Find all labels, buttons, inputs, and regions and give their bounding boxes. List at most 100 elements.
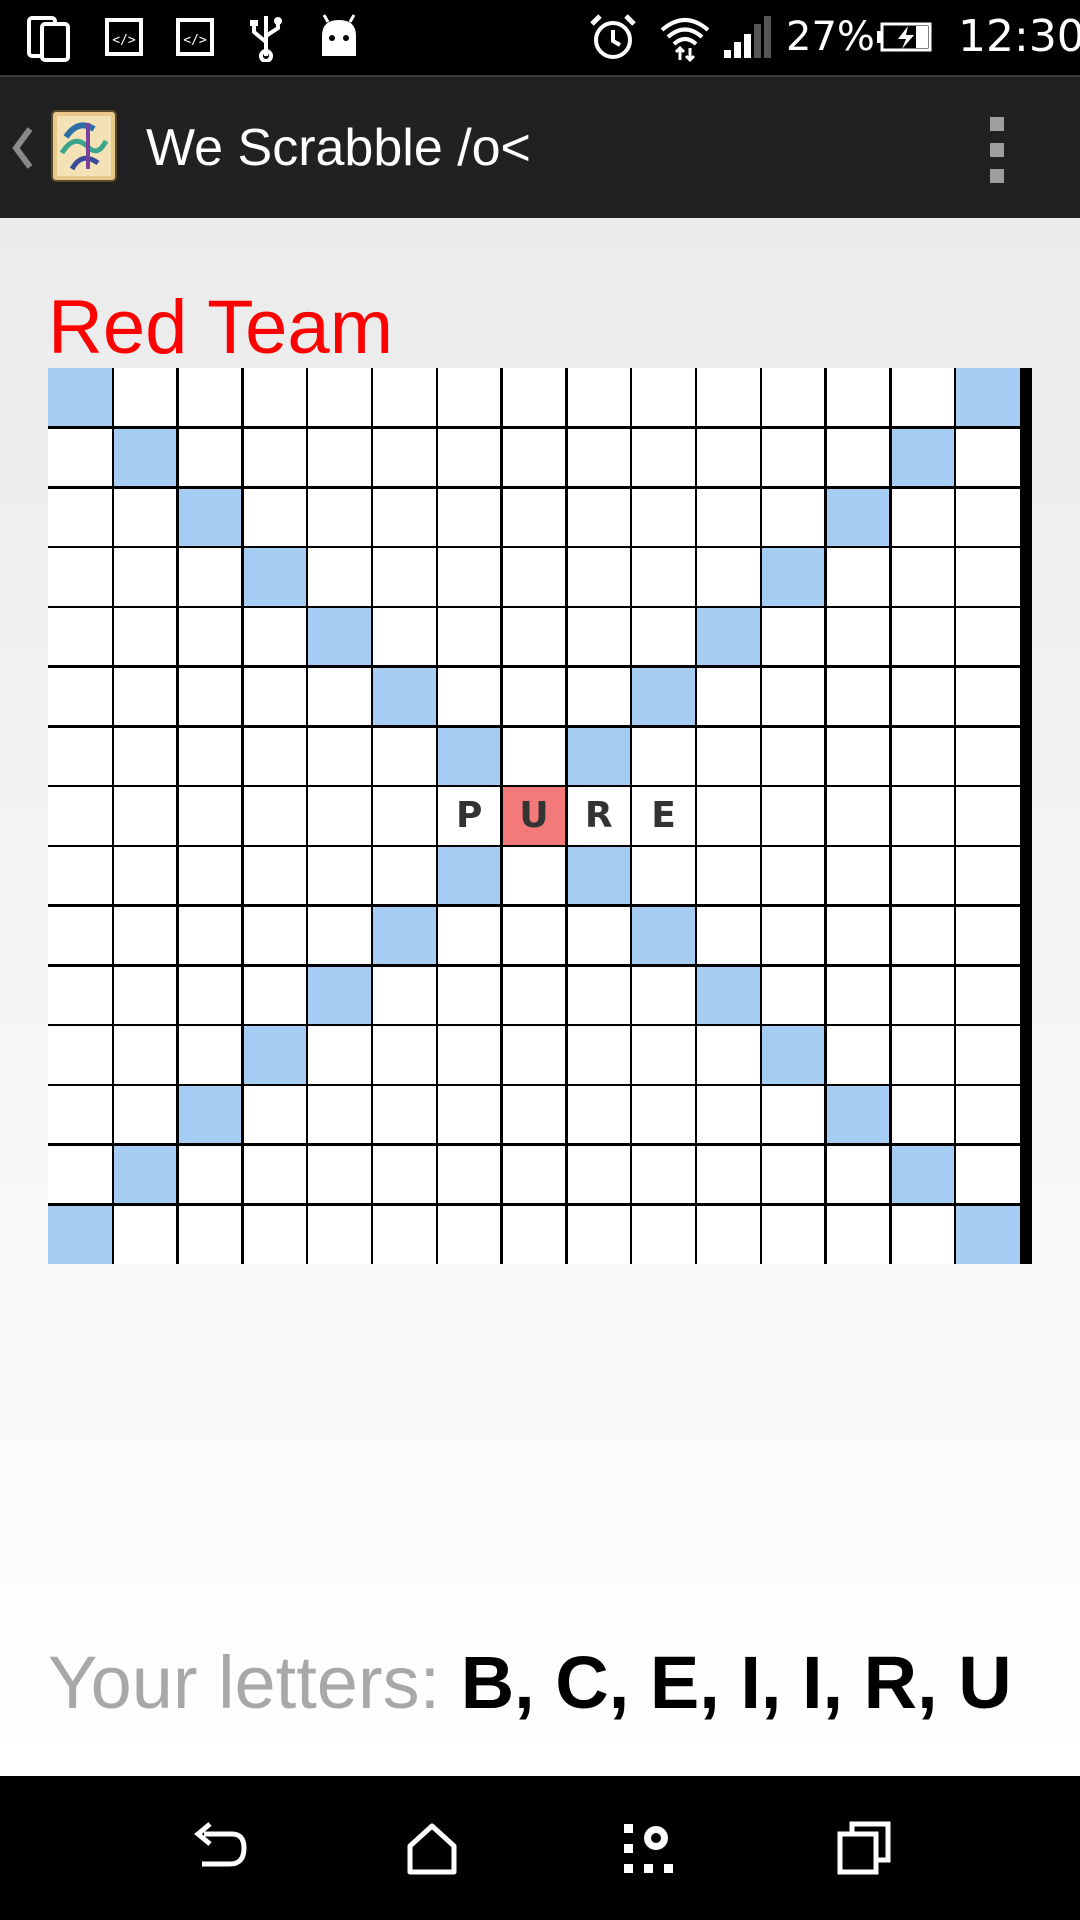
board-cell[interactable] [177,845,243,906]
board-cell[interactable] [955,786,1020,846]
board-cell[interactable] [955,905,1020,966]
board-cell[interactable] [242,487,308,548]
board-cell[interactable] [890,547,956,607]
board-cell[interactable] [112,786,178,846]
board-cell[interactable] [436,427,502,488]
board-cell[interactable] [696,845,761,906]
board-cell[interactable] [890,368,956,428]
board-cell[interactable] [372,547,437,607]
board-cell[interactable] [436,606,502,667]
board-cell[interactable] [825,726,891,787]
board-cell[interactable] [566,965,632,1026]
board-cell[interactable] [112,726,178,787]
board-cell[interactable] [177,786,243,846]
board-cell[interactable] [825,965,891,1026]
board-cell[interactable] [436,368,502,428]
board-cell[interactable] [955,666,1020,727]
board-cell[interactable] [307,845,372,906]
board-cell[interactable] [501,845,567,906]
board-cell[interactable] [112,845,178,906]
board-cell[interactable] [112,606,178,667]
board-cell[interactable] [112,427,178,488]
board-cell[interactable] [112,905,178,966]
board-cell[interactable] [955,606,1020,667]
board-cell[interactable] [307,1204,372,1264]
home-icon[interactable] [396,1812,468,1884]
board-cell[interactable] [307,547,372,607]
board-cell[interactable] [48,905,113,966]
board-cell[interactable] [955,547,1020,607]
board-cell[interactable] [112,487,178,548]
board-cell[interactable] [307,666,372,727]
board-cell[interactable] [631,1084,696,1145]
board-cell[interactable] [890,1025,956,1085]
board-cell[interactable] [566,427,632,488]
board-cell[interactable] [372,786,437,846]
board-cell[interactable] [760,786,826,846]
board-cell[interactable] [631,487,696,548]
board-cell[interactable] [760,726,826,787]
board-cell[interactable] [696,427,761,488]
board-cell[interactable] [890,965,956,1026]
board-cell[interactable] [242,1084,308,1145]
board-cell[interactable] [890,1084,956,1145]
board-cell[interactable] [372,1025,437,1085]
board-cell[interactable] [307,1084,372,1145]
board-cell[interactable] [760,905,826,966]
board-cell[interactable] [696,965,761,1026]
board-cell[interactable] [436,547,502,607]
board-cell[interactable] [631,845,696,906]
board-cell[interactable] [696,1144,761,1205]
board-cell[interactable] [631,726,696,787]
board-cell[interactable] [501,1084,567,1145]
board-cell[interactable] [112,666,178,727]
board-cell[interactable] [696,547,761,607]
board-cell[interactable] [631,606,696,667]
board-cell[interactable] [242,786,308,846]
board-cell[interactable] [696,487,761,548]
board-cell[interactable] [242,606,308,667]
board-cell[interactable] [631,427,696,488]
board-cell[interactable] [631,965,696,1026]
board-tile[interactable]: R [566,786,632,846]
board-cell[interactable] [307,606,372,667]
board-cell[interactable] [307,427,372,488]
board-cell[interactable] [372,905,437,966]
board-cell[interactable] [566,726,632,787]
board-cell[interactable] [48,487,113,548]
board-cell[interactable] [890,427,956,488]
board-cell[interactable] [890,666,956,727]
board-cell[interactable] [436,905,502,966]
board-cell[interactable] [501,427,567,488]
board-cell[interactable] [436,1084,502,1145]
board-cell[interactable] [242,1025,308,1085]
board-cell[interactable] [566,1084,632,1145]
board-cell[interactable] [242,1144,308,1205]
board-cell[interactable] [760,1084,826,1145]
board-cell[interactable] [955,1204,1020,1264]
board-cell[interactable] [825,606,891,667]
board-cell[interactable] [696,606,761,667]
board-cell[interactable] [372,1144,437,1205]
board-cell[interactable] [307,905,372,966]
board-cell[interactable] [372,368,437,428]
board-tile[interactable]: P [436,786,502,846]
board-cell[interactable] [372,666,437,727]
board-tile[interactable]: U [501,786,567,846]
board-cell[interactable] [566,606,632,667]
board-cell[interactable] [890,487,956,548]
board-cell[interactable] [760,1025,826,1085]
board-cell[interactable] [760,547,826,607]
board-cell[interactable] [955,845,1020,906]
board-cell[interactable] [242,427,308,488]
board-cell[interactable] [501,547,567,607]
apps-icon[interactable] [612,1812,684,1884]
board-cell[interactable] [436,1025,502,1085]
board-cell[interactable] [372,1204,437,1264]
board-cell[interactable] [696,1204,761,1264]
board-cell[interactable] [48,786,113,846]
board-cell[interactable] [48,427,113,488]
board-cell[interactable] [436,666,502,727]
board-cell[interactable] [48,965,113,1026]
board-cell[interactable] [48,845,113,906]
